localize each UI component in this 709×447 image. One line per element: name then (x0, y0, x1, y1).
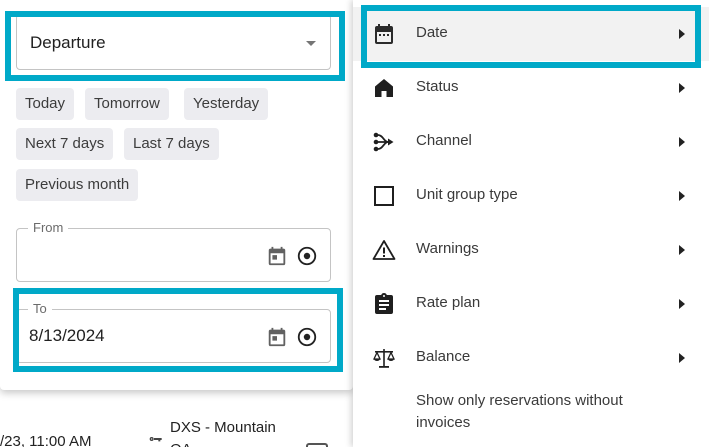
menu-item-label: Balance (416, 348, 471, 365)
row-action-icon (306, 443, 328, 447)
chip-next-7-days[interactable]: Next 7 days (16, 128, 114, 160)
clipboard-icon (375, 293, 393, 314)
background-reservation-row: /23, 11:00 AM DXS - Mountain QA (0, 405, 360, 447)
calendar-picker-icon[interactable] (266, 245, 288, 267)
menu-item-channel[interactable]: Channel (353, 115, 709, 169)
to-label: To (28, 301, 52, 317)
menu-item-label: Channel (416, 132, 472, 149)
menu-item-date[interactable]: Date (353, 7, 709, 61)
menu-item-unit-group-type[interactable]: Unit group type (353, 169, 709, 223)
key-icon (149, 437, 162, 442)
unit-name: DXS - Mountain (170, 419, 276, 436)
scale-icon (372, 349, 396, 368)
radio-target-icon[interactable] (296, 326, 318, 348)
chevron-right-icon (679, 29, 685, 39)
menu-item-balance[interactable]: Balance (353, 331, 709, 385)
calendar-picker-icon[interactable] (266, 326, 288, 348)
chevron-right-icon (679, 299, 685, 309)
caret-down-icon (306, 41, 316, 46)
chip-last-7-days[interactable]: Last 7 days (124, 128, 219, 160)
filter-category-menu: Date Status Channel Unit group type Warn… (353, 0, 709, 447)
to-date-field[interactable]: To 8/13/2024 (16, 301, 331, 363)
unit-name-secondary: QA (170, 441, 192, 447)
date-type-select[interactable]: Departure (16, 14, 331, 70)
chevron-right-icon (679, 137, 685, 147)
menu-item-label: Status (416, 78, 459, 95)
to-value: 8/13/2024 (29, 326, 105, 345)
menu-item-label: Rate plan (416, 294, 481, 311)
calendar-icon (375, 24, 393, 44)
chevron-right-icon (679, 191, 685, 201)
warning-icon (372, 240, 396, 260)
menu-item-without-invoices[interactable]: Show only reservations without invoices (416, 390, 666, 434)
chevron-right-icon (679, 245, 685, 255)
square-outline-icon (374, 186, 394, 206)
menu-item-label: Unit group type (416, 186, 518, 203)
chip-today[interactable]: Today (16, 88, 75, 120)
date-filter-panel: Departure Today Tomorrow Yesterday Next … (0, 0, 353, 390)
date-type-value: Departure (30, 33, 106, 52)
channel-icon (373, 132, 394, 152)
chip-tomorrow[interactable]: Tomorrow (85, 88, 169, 120)
chevron-right-icon (679, 353, 685, 363)
menu-item-label: Warnings (416, 240, 479, 257)
reservation-time: /23, 11:00 AM (0, 433, 92, 447)
from-label: From (28, 220, 69, 236)
menu-item-warnings[interactable]: Warnings (353, 223, 709, 277)
radio-target-icon[interactable] (296, 245, 318, 267)
menu-item-status[interactable]: Status (353, 61, 709, 115)
chip-yesterday[interactable]: Yesterday (184, 88, 269, 120)
menu-item-rate-plan[interactable]: Rate plan (353, 277, 709, 331)
chevron-right-icon (679, 83, 685, 93)
menu-item-label: Date (416, 24, 448, 41)
chip-previous-month[interactable]: Previous month (16, 169, 139, 201)
home-icon (375, 79, 393, 97)
from-date-field[interactable]: From (16, 220, 331, 282)
